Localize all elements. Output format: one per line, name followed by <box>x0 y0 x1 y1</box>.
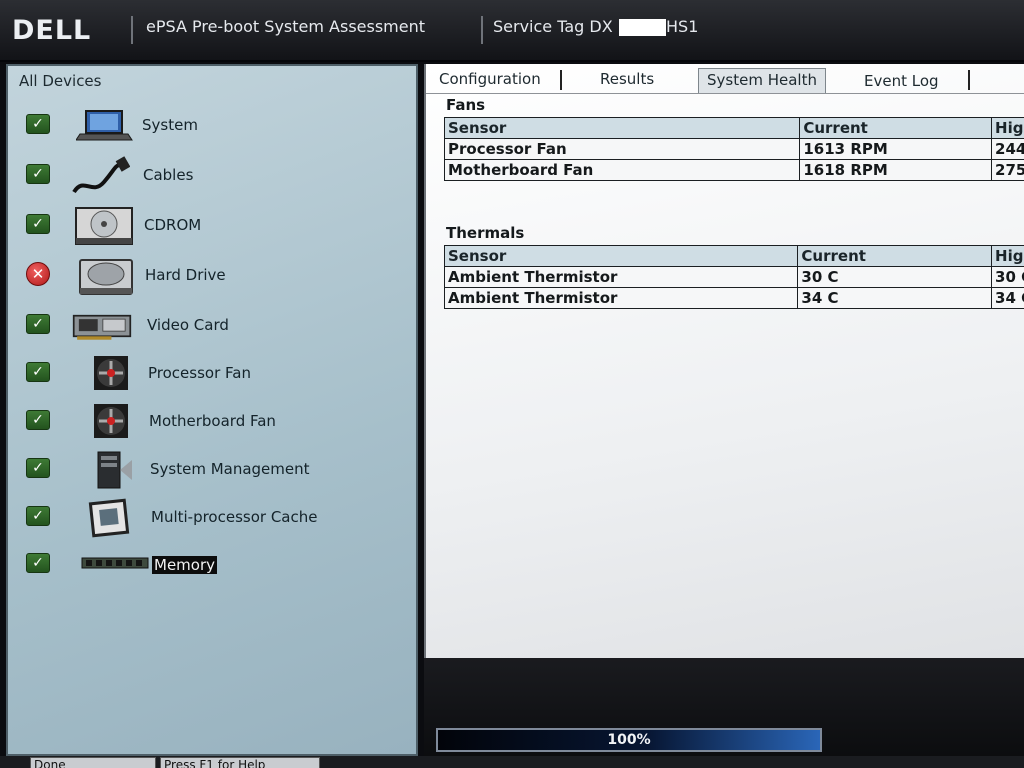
tab-event-log[interactable]: Event Log <box>856 70 947 95</box>
tab-system-health[interactable]: System Health <box>698 68 826 93</box>
column-header: Hig <box>991 117 1024 139</box>
laptop-icon <box>76 110 133 141</box>
device-label: Hard Drive <box>145 266 226 284</box>
pass-check-icon: ✓ <box>26 114 50 134</box>
progress-bar: 100% <box>436 728 822 752</box>
device-item-hard-drive[interactable]: ✕ Hard Drive <box>8 256 412 300</box>
device-list-panel: All Devices ✓ System ✓ Cables ✓ CDROM ✕ <box>6 64 418 756</box>
high-cell: 34 C <box>991 287 1024 309</box>
device-item-processor-fan[interactable]: ✓ Processor Fan <box>8 354 412 398</box>
cpu-icon <box>88 498 130 538</box>
device-label: Memory <box>152 556 218 574</box>
high-cell: 275 <box>991 159 1024 181</box>
dell-logo: DELL <box>12 15 92 46</box>
pass-check-icon: ✓ <box>26 362 50 382</box>
device-label: Multi-processor Cache <box>151 508 318 526</box>
device-list-title: All Devices <box>19 72 102 90</box>
title-bar: DELL ePSA Pre-boot System Assessment Ser… <box>0 0 1024 62</box>
pass-check-icon: ✓ <box>26 458 50 478</box>
device-label: Video Card <box>147 316 229 334</box>
device-item-motherboard-fan[interactable]: ✓ Motherboard Fan <box>8 402 412 446</box>
column-header: Hig <box>991 245 1024 267</box>
memory-icon <box>81 557 149 569</box>
fans-section-title: Fans <box>446 96 486 114</box>
status-text: Done <box>30 757 156 768</box>
table-header-row: Sensor Current Hig <box>443 117 1024 139</box>
device-item-cdrom[interactable]: ✓ CDROM <box>8 206 412 250</box>
service-tag-redaction <box>619 19 666 36</box>
device-label: CDROM <box>144 216 202 234</box>
tab-bar: Configuration Results System Health Even… <box>426 64 1024 94</box>
details-panel: Configuration Results System Health Even… <box>424 64 1024 658</box>
pass-check-icon: ✓ <box>26 506 50 526</box>
thermals-section-title: Thermals <box>446 224 525 242</box>
pass-check-icon: ✓ <box>26 314 50 334</box>
device-label: Cables <box>143 166 194 184</box>
sensor-cell: Ambient Thermistor <box>443 287 799 309</box>
progress-area: 100% <box>424 658 1024 768</box>
current-cell: 1618 RPM <box>799 159 993 181</box>
title-separator <box>131 16 133 44</box>
pass-check-icon: ✓ <box>26 410 50 430</box>
service-tag-label: Service Tag DX <box>493 17 613 36</box>
current-cell: 34 C <box>797 287 993 309</box>
progress-percent: 100% <box>607 732 651 748</box>
table-row: Processor Fan 1613 RPM 244 <box>443 138 1024 160</box>
current-cell: 30 C <box>797 266 993 288</box>
device-label: Processor Fan <box>148 364 251 382</box>
device-item-cables[interactable]: ✓ Cables <box>8 156 412 200</box>
tab-separator <box>560 70 562 90</box>
column-header: Current <box>799 117 993 139</box>
hard-drive-icon <box>79 259 133 295</box>
pass-check-icon: ✓ <box>26 214 50 234</box>
high-cell: 244 <box>991 138 1024 160</box>
tab-separator <box>968 70 970 90</box>
server-icon <box>97 451 132 489</box>
video-card-icon <box>72 314 132 340</box>
device-item-system-management[interactable]: ✓ System Management <box>8 450 412 494</box>
pass-check-icon: ✓ <box>26 164 50 184</box>
cable-icon <box>72 156 130 194</box>
help-hint: Press F1 for Help <box>160 757 320 768</box>
cdrom-icon <box>75 207 133 245</box>
device-item-system[interactable]: ✓ System <box>8 106 412 150</box>
app-title: ePSA Pre-boot System Assessment <box>146 17 426 36</box>
fail-x-icon: ✕ <box>26 262 50 286</box>
current-cell: 1613 RPM <box>799 138 993 160</box>
column-header: Sensor <box>443 117 801 139</box>
column-header: Current <box>797 245 993 267</box>
sensor-cell: Ambient Thermistor <box>443 266 799 288</box>
column-header: Sensor <box>443 245 799 267</box>
tab-configuration[interactable]: Configuration <box>431 68 549 93</box>
tab-results[interactable]: Results <box>592 68 662 93</box>
fans-table: Sensor Current Hig Processor Fan 1613 RP… <box>443 117 1024 181</box>
thermals-table: Sensor Current Hig Ambient Thermistor 30… <box>443 245 1024 309</box>
high-cell: 30 C <box>991 266 1024 288</box>
device-label: System Management <box>150 460 310 478</box>
sensor-cell: Motherboard Fan <box>443 159 801 181</box>
table-row: Ambient Thermistor 34 C 34 C <box>443 287 1024 309</box>
pass-check-icon: ✓ <box>26 553 50 573</box>
device-item-video-card[interactable]: ✓ Video Card <box>8 306 412 350</box>
device-label: Motherboard Fan <box>149 412 276 430</box>
table-row: Motherboard Fan 1618 RPM 275 <box>443 159 1024 181</box>
device-label: System <box>142 116 198 134</box>
title-separator <box>481 16 483 44</box>
device-item-multiprocessor-cache[interactable]: ✓ Multi-processor Cache <box>8 498 412 542</box>
fan-icon <box>94 356 128 390</box>
sensor-cell: Processor Fan <box>443 138 801 160</box>
device-item-memory[interactable]: ✓ Memory <box>8 545 412 589</box>
table-header-row: Sensor Current Hig <box>443 245 1024 267</box>
fan-icon <box>94 404 128 438</box>
service-tag-suffix: HS1 <box>666 17 699 36</box>
status-bar: Done Press F1 for Help <box>0 756 1024 768</box>
table-row: Ambient Thermistor 30 C 30 C <box>443 266 1024 288</box>
